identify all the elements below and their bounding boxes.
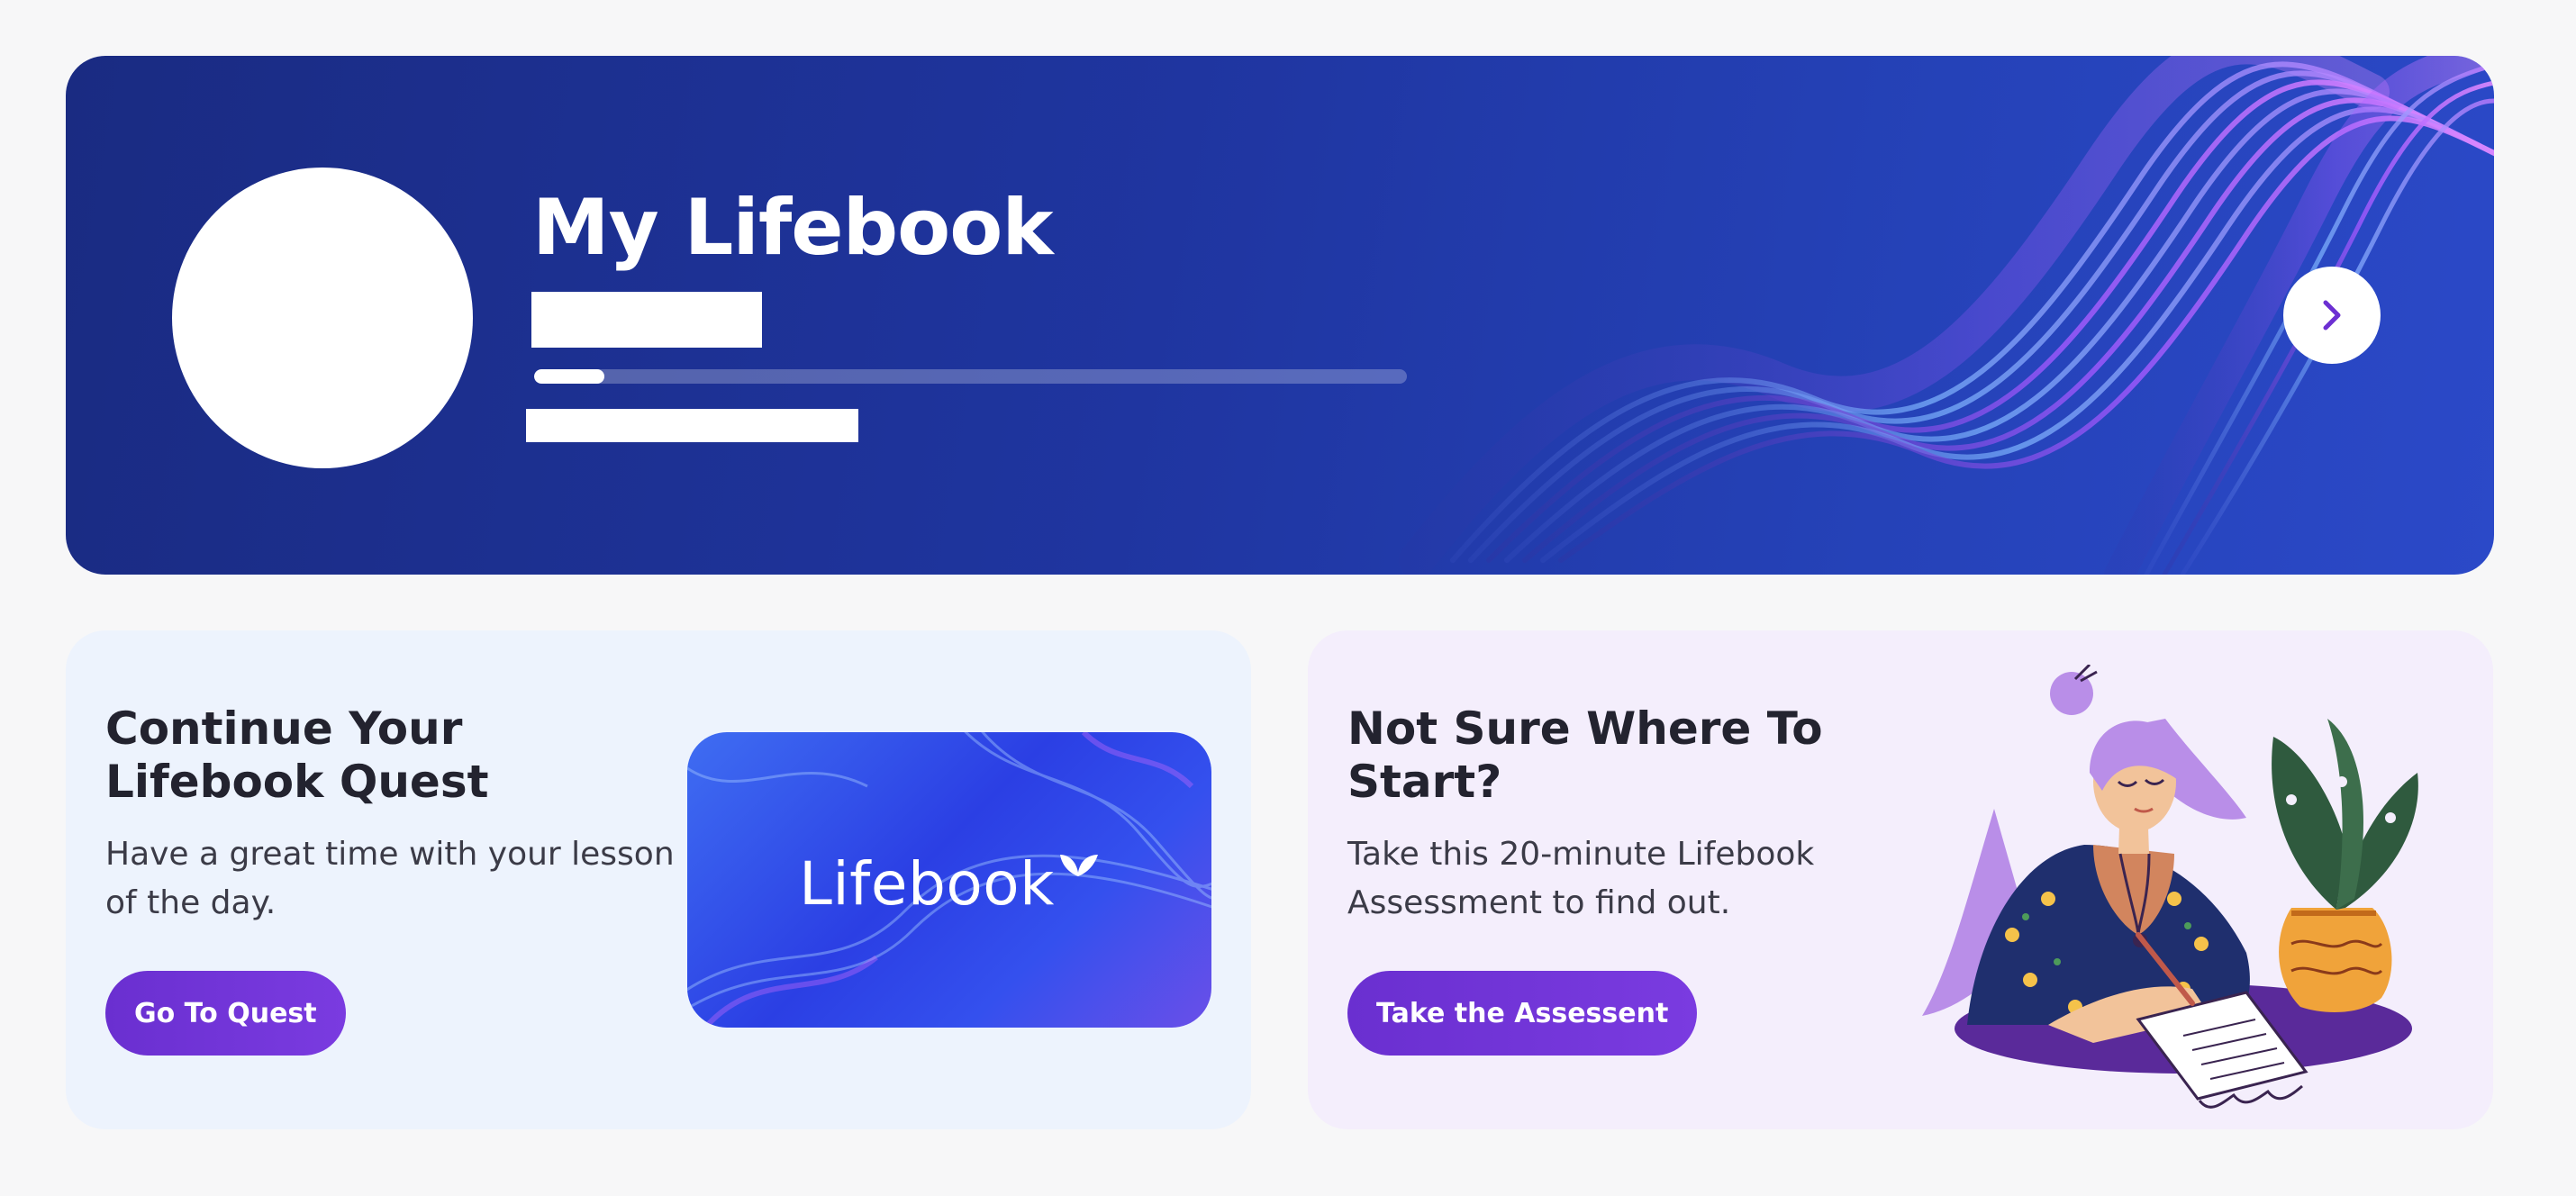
chevron-right-icon [2323, 300, 2341, 331]
lifebook-progress-bar [534, 369, 1407, 384]
assessment-card: Not Sure Where To Start? Take this 20-mi… [1308, 630, 2493, 1129]
lifebook-hero-banner[interactable]: My Lifebook [66, 56, 2494, 575]
take-assessment-button[interactable]: Take the Assessent [1347, 971, 1698, 1056]
continue-quest-card: Continue Your Lifebook Quest Have a grea… [66, 630, 1251, 1129]
hero-next-button[interactable] [2283, 267, 2381, 364]
woman-writing-illustration [1922, 665, 2418, 1109]
go-to-quest-button[interactable]: Go To Quest [105, 971, 346, 1056]
redacted-subtitle [531, 292, 762, 348]
assessment-card-description: Take this 20-minute Lifebook Assessment … [1347, 836, 1815, 921]
progress-bar-fill [534, 369, 604, 384]
avatar [172, 168, 473, 468]
lifebook-leaf-icon [1059, 855, 1098, 876]
hero-title: My Lifebook [532, 183, 1054, 273]
assessment-card-title: Not Sure Where To Start? [1347, 702, 1823, 808]
redacted-progress-label [526, 409, 858, 442]
lifebook-logo: Lifebook [687, 849, 1211, 919]
lifebook-quest-thumbnail[interactable]: Lifebook [687, 732, 1211, 1028]
quest-card-description: Have a great time with your lesson of th… [105, 836, 675, 921]
quest-card-title: Continue Your Lifebook Quest [105, 702, 489, 808]
